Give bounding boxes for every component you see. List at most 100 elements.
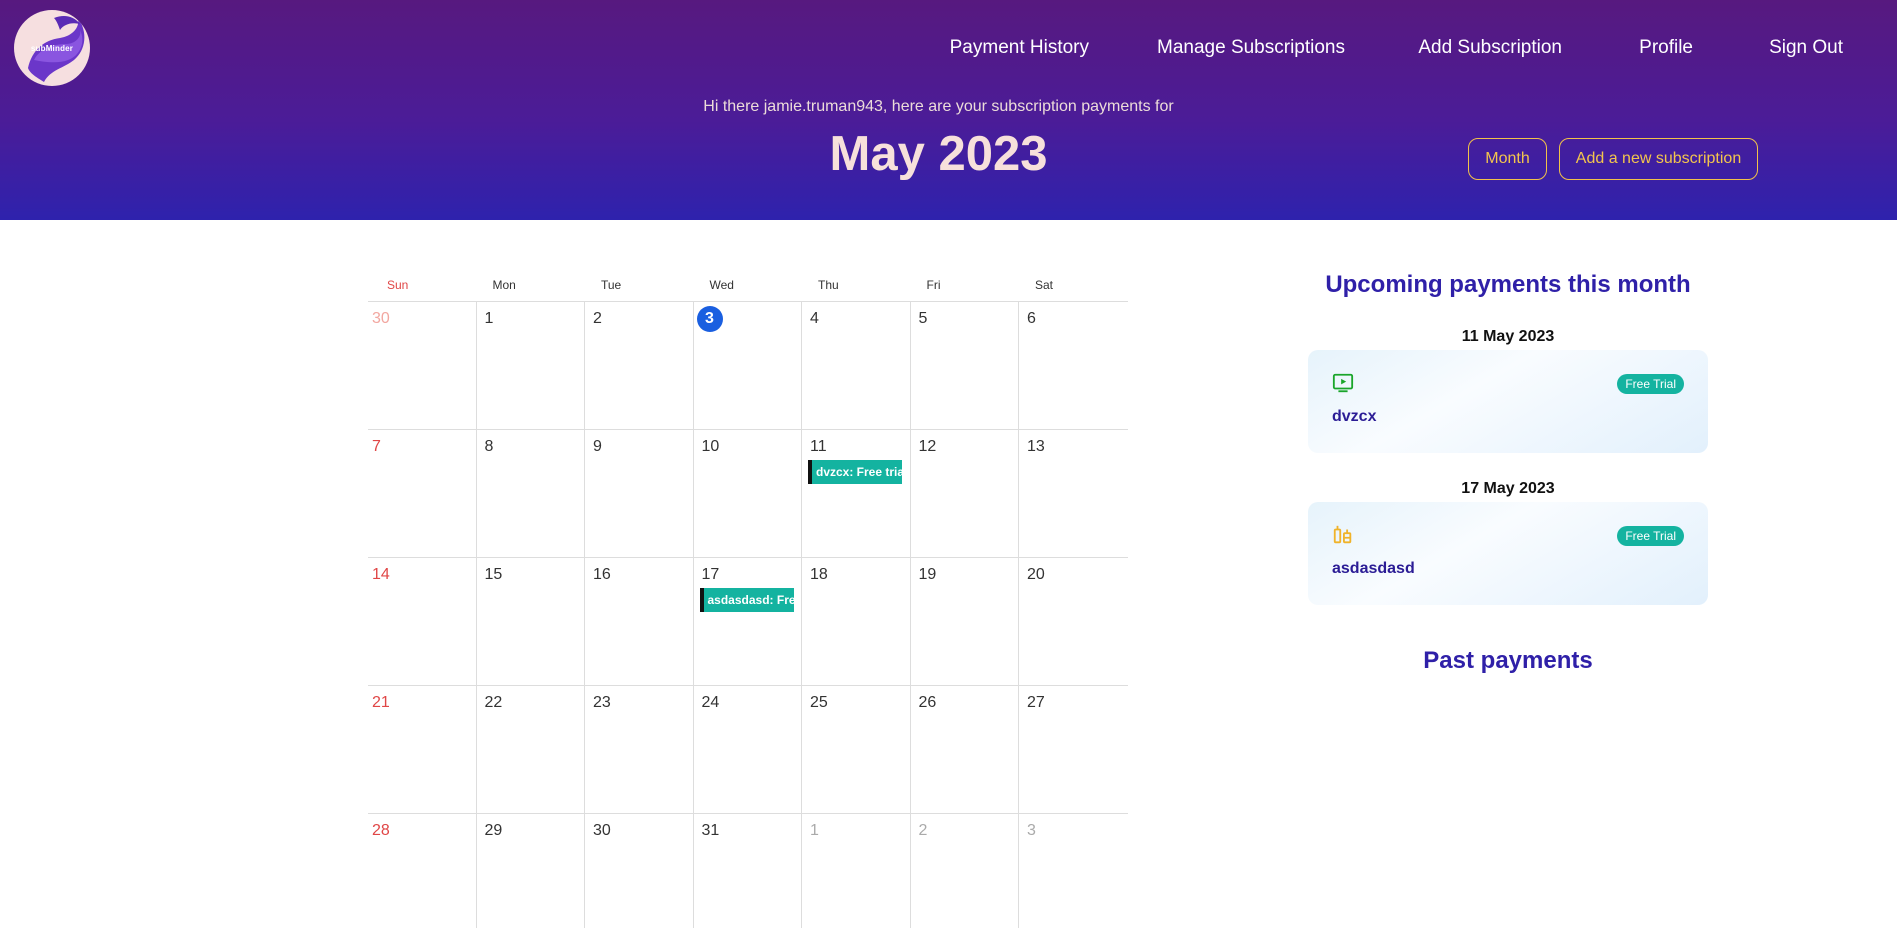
top-header: subMinder Payment History Manage Subscri…: [0, 0, 1897, 220]
weekday-label: Thu: [818, 278, 839, 292]
nav-profile[interactable]: Profile: [1639, 37, 1693, 59]
day-number: 13: [1027, 438, 1045, 455]
calendar-day-cell[interactable]: 13: [1019, 430, 1128, 558]
calendar-day-cell[interactable]: 21: [368, 686, 477, 814]
weekday-label: Mon: [492, 278, 516, 292]
calendar-day-cell[interactable]: 30: [368, 302, 477, 430]
day-number: 2: [918, 822, 928, 839]
day-number: 1: [484, 310, 494, 327]
calendar-day-cell[interactable]: 8: [477, 430, 585, 558]
add-new-subscription-button[interactable]: Add a new subscription: [1559, 138, 1758, 180]
day-number: 10: [701, 438, 720, 455]
payment-date: 17 May 2023: [1461, 480, 1555, 497]
calendar-week: 30 1 2 3 4 5 6: [368, 302, 1128, 430]
calendar-day-cell[interactable]: 1: [802, 814, 911, 928]
day-number: 5: [918, 310, 928, 327]
day-number: 26: [918, 694, 937, 711]
calendar-day-cell[interactable]: 11 dvzcx: Free trial: [802, 430, 911, 558]
day-number: 9: [593, 438, 602, 455]
calendar-day-cell[interactable]: 18: [802, 558, 911, 686]
day-number: 21: [372, 694, 390, 711]
weekday-label: Fri: [926, 278, 941, 292]
subscription-name: asdasdasd: [1332, 560, 1415, 577]
calendar-day-cell[interactable]: 23: [585, 686, 694, 814]
logo-text: subMinder: [30, 44, 74, 53]
calendar-day-cell[interactable]: 29: [477, 814, 585, 928]
weekday-label: Sun: [387, 278, 409, 292]
payment-date: 11 May 2023: [1461, 328, 1555, 345]
calendar-day-cell[interactable]: 17 asdasdasd: Free trial: [694, 558, 802, 686]
day-number: 23: [593, 694, 611, 711]
day-number: 24: [701, 694, 720, 711]
nav-sign-out[interactable]: Sign Out: [1769, 37, 1843, 59]
weekday-label: Sat: [1035, 278, 1054, 292]
calendar-day-cell[interactable]: 2: [911, 814, 1019, 928]
day-number: 11: [810, 438, 827, 455]
today-day-number: 3: [696, 306, 723, 332]
day-number: 25: [810, 694, 828, 711]
day-number: 12: [918, 438, 937, 455]
calendar-day-cell[interactable]: 30: [585, 814, 694, 928]
calendar-day-cell[interactable]: 7: [368, 430, 477, 558]
calendar-day-cell[interactable]: 31: [694, 814, 802, 928]
day-number: 6: [1027, 310, 1036, 327]
day-number: 20: [1027, 566, 1045, 583]
calendar-day-cell[interactable]: 26: [911, 686, 1019, 814]
calendar-day-cell[interactable]: 14: [368, 558, 477, 686]
day-number: 3: [1027, 822, 1036, 839]
day-number: 22: [484, 694, 503, 711]
payment-card-asdasdasd[interactable]: Free Trial asdasdasd: [1308, 502, 1708, 605]
day-number: 16: [593, 566, 611, 583]
day-number: 19: [918, 566, 937, 583]
day-number: 4: [810, 310, 819, 327]
day-number: 7: [372, 438, 381, 455]
fuel-pump-icon: [1333, 525, 1352, 544]
calendar-day-cell[interactable]: 16: [585, 558, 694, 686]
calendar-day-cell[interactable]: 3: [1019, 814, 1128, 928]
calendar-event[interactable]: asdasdasd: Free trial: [699, 588, 794, 612]
past-payments-title: Past payments: [1423, 647, 1593, 674]
calendar-event[interactable]: dvzcx: Free trial: [808, 460, 902, 484]
calendar-day-cell[interactable]: 24: [694, 686, 802, 814]
day-number: 31: [701, 822, 720, 839]
calendar-day-cell[interactable]: 20: [1019, 558, 1128, 686]
free-trial-badge: Free Trial: [1617, 374, 1684, 394]
weekday-label: Wed: [709, 278, 734, 292]
day-number: 8: [484, 438, 494, 455]
calendar-day-cell[interactable]: 10: [694, 430, 802, 558]
calendar-day-cell[interactable]: 9: [585, 430, 694, 558]
calendar-day-cell[interactable]: 1: [477, 302, 585, 430]
calendar-day-cell[interactable]: 12: [911, 430, 1019, 558]
weekday-label: Tue: [601, 278, 622, 292]
calendar-week: 21 22 23 24 25 26 27: [368, 686, 1128, 814]
day-number: 30: [372, 310, 390, 327]
calendar-day-cell[interactable]: 3: [694, 302, 802, 430]
payment-card-dvzcx[interactable]: Free Trial dvzcx: [1308, 350, 1708, 453]
submider-logo[interactable]: subMinder: [14, 10, 90, 86]
free-trial-badge: Free Trial: [1617, 526, 1684, 546]
day-number: 28: [372, 822, 390, 839]
calendar-day-cell[interactable]: 15: [477, 558, 585, 686]
calendar-day-cell[interactable]: 19: [911, 558, 1019, 686]
month-view-button[interactable]: Month: [1468, 138, 1547, 180]
greeting-text: Hi there jamie.truman943, here are your …: [703, 98, 1174, 115]
calendar-day-cell[interactable]: 27: [1019, 686, 1128, 814]
calendar-day-cell[interactable]: 6: [1019, 302, 1128, 430]
nav-add-subscription[interactable]: Add Subscription: [1418, 37, 1562, 59]
day-number: 29: [484, 822, 503, 839]
calendar-day-cell[interactable]: 2: [585, 302, 694, 430]
calendar-day-cell[interactable]: 28: [368, 814, 477, 928]
nav-payment-history[interactable]: Payment History: [950, 37, 1089, 59]
nav-manage-subscriptions[interactable]: Manage Subscriptions: [1157, 37, 1345, 59]
day-number: 30: [593, 822, 611, 839]
calendar-day-cell[interactable]: 25: [802, 686, 911, 814]
day-number: 27: [1027, 694, 1045, 711]
day-number: 1: [810, 822, 819, 839]
calendar-day-cell[interactable]: 5: [911, 302, 1019, 430]
calendar-day-cell[interactable]: 22: [477, 686, 585, 814]
day-number: 14: [372, 566, 390, 583]
subscription-name: dvzcx: [1332, 408, 1377, 425]
day-number: 2: [593, 310, 602, 327]
calendar-day-cell[interactable]: 4: [802, 302, 911, 430]
calendar-week: 7 8 9 10 11 dvzcx: Free trial 12 13: [368, 430, 1128, 558]
